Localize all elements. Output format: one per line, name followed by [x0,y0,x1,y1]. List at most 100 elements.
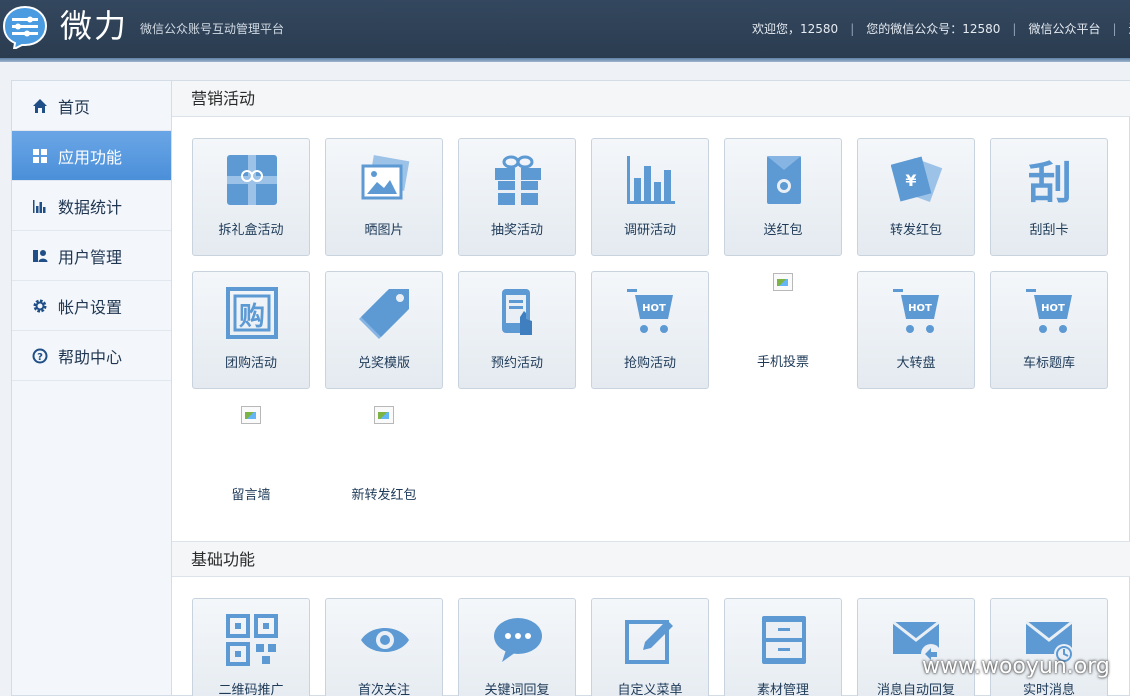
tile-label: 送红包 [763,223,803,238]
brand-tagline: 微信公众账号互动管理平台 [140,22,285,36]
wechat-platform-link[interactable]: 微信公众平台 [1028,20,1100,37]
tile-red-packet[interactable]: 送红包 [724,138,842,256]
bar-chart-icon [627,156,675,204]
tile-label: 预约活动 [490,356,543,371]
chat-bubble-icon [494,618,542,662]
account-text: 您的微信公众号：12580 [866,22,1001,36]
svg-text:?: ? [37,352,43,363]
sidebar-item-label: 用户管理 [58,247,123,267]
tile-label: 拆礼盒活动 [218,223,284,238]
svg-text:¥: ¥ [905,171,916,190]
tile-label: 留言墙 [231,488,271,503]
tile-label: 转发红包 [889,223,942,238]
sidebar-item-home[interactable]: 首页 [12,81,171,131]
present-icon [495,155,541,205]
scratch-card-icon: 刮 [1028,158,1072,206]
tile-label: 素材管理 [756,683,809,696]
section-title-marketing: 营销活动 [172,81,1130,117]
brand-name: 微力 [60,7,129,45]
tile-scratch-card[interactable]: 刮 刮刮卡 [990,138,1108,256]
bar-chart-icon [32,198,48,214]
tile-label: 晒图片 [364,223,404,238]
svg-text:HOT: HOT [1041,303,1065,314]
home-icon [32,98,48,114]
broken-image-icon [241,406,261,424]
edit-icon [625,620,673,664]
welcome-text: 欢迎您，12580 [752,22,839,36]
hot-cart-icon: HOT [893,289,939,333]
tile-auto-reply[interactable]: 消息自动回复 [857,598,975,696]
gift-box-icon [227,155,277,205]
hot-cart-icon: HOT [1026,289,1072,333]
yen-envelope-icon: ¥ [891,156,943,203]
tile-label: 自定义菜单 [617,683,683,696]
hot-cart-icon: HOT [627,289,673,333]
svg-text:HOT: HOT [908,303,932,314]
tile-label: 首次关注 [357,683,410,696]
gear-icon [32,298,48,314]
tile-flash-sale[interactable]: HOT 抢购活动 [591,271,709,389]
sidebar-item-label: 应用功能 [58,147,123,167]
tile-group-buy[interactable]: 购 团购活动 [192,271,310,389]
sidebar-item-help[interactable]: ? 帮助中心 [12,331,171,381]
main-panel: 营销活动 拆礼盒活动 晒图片 抽奖活动 调研活动 送红包 ¥ 转发红包 刮 刮刮… [171,80,1130,696]
svg-text:HOT: HOT [642,303,666,314]
photos-icon [361,155,410,200]
sidebar-item-label: 数据统计 [58,197,123,217]
tile-label: 二维码推广 [218,683,284,696]
tile-label: 车标题库 [1022,356,1075,371]
tile-custom-menu[interactable]: 自定义菜单 [591,598,709,696]
help-icon: ? [32,348,48,364]
tile-keyword-reply[interactable]: 关键词回复 [458,598,576,696]
tile-qr-promo[interactable]: 二维码推广 [192,598,310,696]
tile-survey[interactable]: 调研活动 [591,138,709,256]
tile-label: 抢购活动 [623,356,676,371]
tag-icon [359,289,409,339]
sidebar-item-label: 首页 [58,97,91,117]
tile-label: 新转发红包 [351,488,417,503]
tile-car-logo-quiz[interactable]: HOT 车标题库 [990,271,1108,389]
booking-icon [502,289,532,335]
sidebar-item-apps[interactable]: 应用功能 [12,131,171,181]
watermark: www.wooyun.org [922,654,1110,679]
group-buy-icon: 购 [226,287,278,339]
sidebar-item-account-settings[interactable]: 帐户设置 [12,281,171,331]
tile-prize-template[interactable]: 兑奖模版 [325,271,443,389]
svg-text:刮: 刮 [1028,158,1072,206]
svg-text:购: 购 [239,302,265,332]
envelope-coin-icon [767,156,801,204]
top-bar: 微力 微信公众账号互动管理平台 欢迎您，12580 | 您的微信公众号：12580 |… [0,0,1130,62]
tile-label: 抽奖活动 [490,223,543,238]
broken-image-icon [374,406,394,424]
tile-label: 实时消息 [1022,683,1075,696]
sidebar-item-label: 帮助中心 [58,347,123,367]
tile-forward-red-packet[interactable]: ¥ 转发红包 [857,138,975,256]
tile-first-follow[interactable]: 首次关注 [325,598,443,696]
user-bar: 欢迎您，12580|您的微信公众号：12580|微信公众平台|退 [752,20,1130,37]
broken-image-icon [773,273,793,291]
tile-new-forward-red-packet[interactable]: 新转发红包 [325,404,443,522]
tile-photos[interactable]: 晒图片 [325,138,443,256]
eye-icon [361,628,409,652]
sidebar-item-users[interactable]: 用户管理 [12,231,171,281]
tile-label: 兑奖模版 [357,356,410,371]
sidebar-item-stats[interactable]: 数据统计 [12,181,171,231]
tile-label: 消息自动回复 [876,683,955,696]
section-title-basic: 基础功能 [172,541,1130,577]
tile-label: 关键词回复 [484,683,550,696]
tile-message-wall[interactable]: 留言墙 [192,404,310,522]
tile-label: 调研活动 [623,223,676,238]
tile-label: 大转盘 [896,356,936,371]
tile-booking[interactable]: 预约活动 [458,271,576,389]
sidebar: 首页 应用功能 数据统计 用户管理 帐户设置 ? 帮助中心 [11,80,171,696]
tile-big-wheel[interactable]: HOT 大转盘 [857,271,975,389]
tile-gift-box[interactable]: 拆礼盒活动 [192,138,310,256]
grid-icon [32,148,48,164]
tile-label: 团购活动 [224,356,277,371]
tile-material-manage[interactable]: 素材管理 [724,598,842,696]
tile-mobile-vote[interactable]: 手机投票 [724,271,842,389]
tile-realtime-message[interactable]: 实时消息 [990,598,1108,696]
tile-lottery[interactable]: 抽奖活动 [458,138,576,256]
tile-label: 刮刮卡 [1029,223,1069,238]
logo-icon [2,5,48,49]
